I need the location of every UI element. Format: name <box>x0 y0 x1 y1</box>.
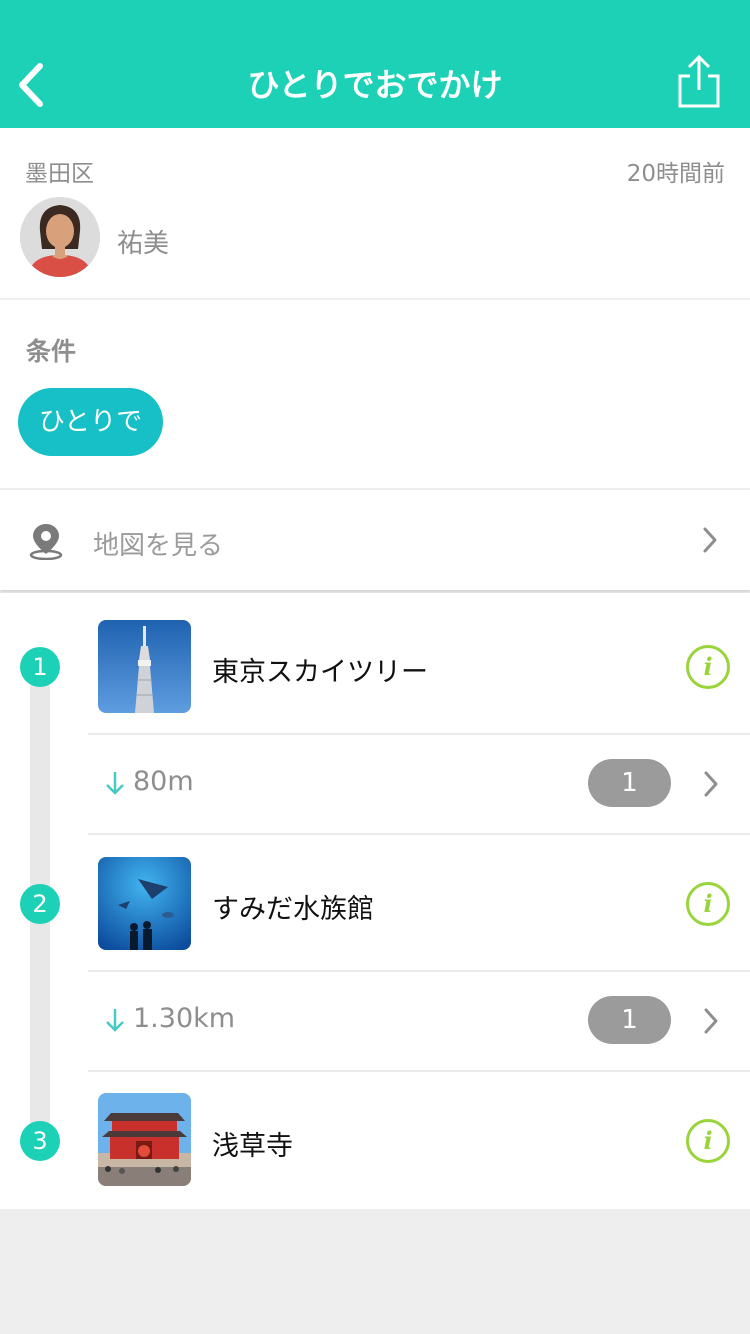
arrow-down-icon <box>106 1009 124 1032</box>
chevron-right-icon <box>703 527 717 553</box>
divider <box>88 733 750 735</box>
user-name: 祐美 <box>117 229 170 259</box>
district-label: 墨田区 <box>25 161 94 187</box>
divider <box>88 970 750 972</box>
info-icon[interactable]: i <box>686 882 730 926</box>
spot-thumbnail-aquarium[interactable] <box>98 857 191 950</box>
view-map-row[interactable]: 地図を見る <box>0 490 750 590</box>
spot-number-badge: 3 <box>20 1121 60 1161</box>
spot-name[interactable]: 浅草寺 <box>212 1124 293 1163</box>
spot-thumbnail-skytree[interactable] <box>98 620 191 713</box>
info-icon[interactable]: i <box>686 1119 730 1163</box>
conditions-section: 条件 ひとりで <box>0 300 750 488</box>
leg-distance: 80m <box>133 766 194 797</box>
view-map-label: 地図を見る <box>93 531 224 561</box>
arrow-down-icon <box>106 772 124 795</box>
spot-number-badge: 2 <box>20 884 60 924</box>
divider <box>88 1070 750 1072</box>
timestamp: 20時間前 <box>626 161 725 187</box>
spot-name[interactable]: 東京スカイツリー <box>212 650 428 689</box>
leg-count-badge[interactable]: 1 <box>588 996 671 1044</box>
avatar[interactable] <box>20 197 100 277</box>
divider <box>88 833 750 835</box>
leg-distance: 1.30km <box>133 1003 236 1034</box>
chevron-right-icon[interactable] <box>703 770 719 798</box>
nav-bar: ひとりでおでかけ <box>0 0 750 128</box>
share-icon[interactable] <box>676 54 722 110</box>
condition-chip[interactable]: ひとりで <box>18 388 163 456</box>
leg-count-badge[interactable]: 1 <box>588 759 671 807</box>
map-pin-icon <box>29 524 63 560</box>
chevron-right-icon[interactable] <box>703 1007 719 1035</box>
post-author-section: 墨田区 20時間前 祐美 <box>0 128 750 298</box>
spot-thumbnail-sensoji[interactable] <box>98 1093 191 1186</box>
route-list: 1 東京スカイツリー i 80m 1 2 すみだ水族館 i 1.30km 1 3… <box>0 593 750 1209</box>
spot-name[interactable]: すみだ水族館 <box>212 887 374 926</box>
spot-number-badge: 1 <box>20 647 60 687</box>
info-icon[interactable]: i <box>686 645 730 689</box>
page-title: ひとりでおでかけ <box>247 66 503 104</box>
conditions-heading: 条件 <box>26 337 77 366</box>
